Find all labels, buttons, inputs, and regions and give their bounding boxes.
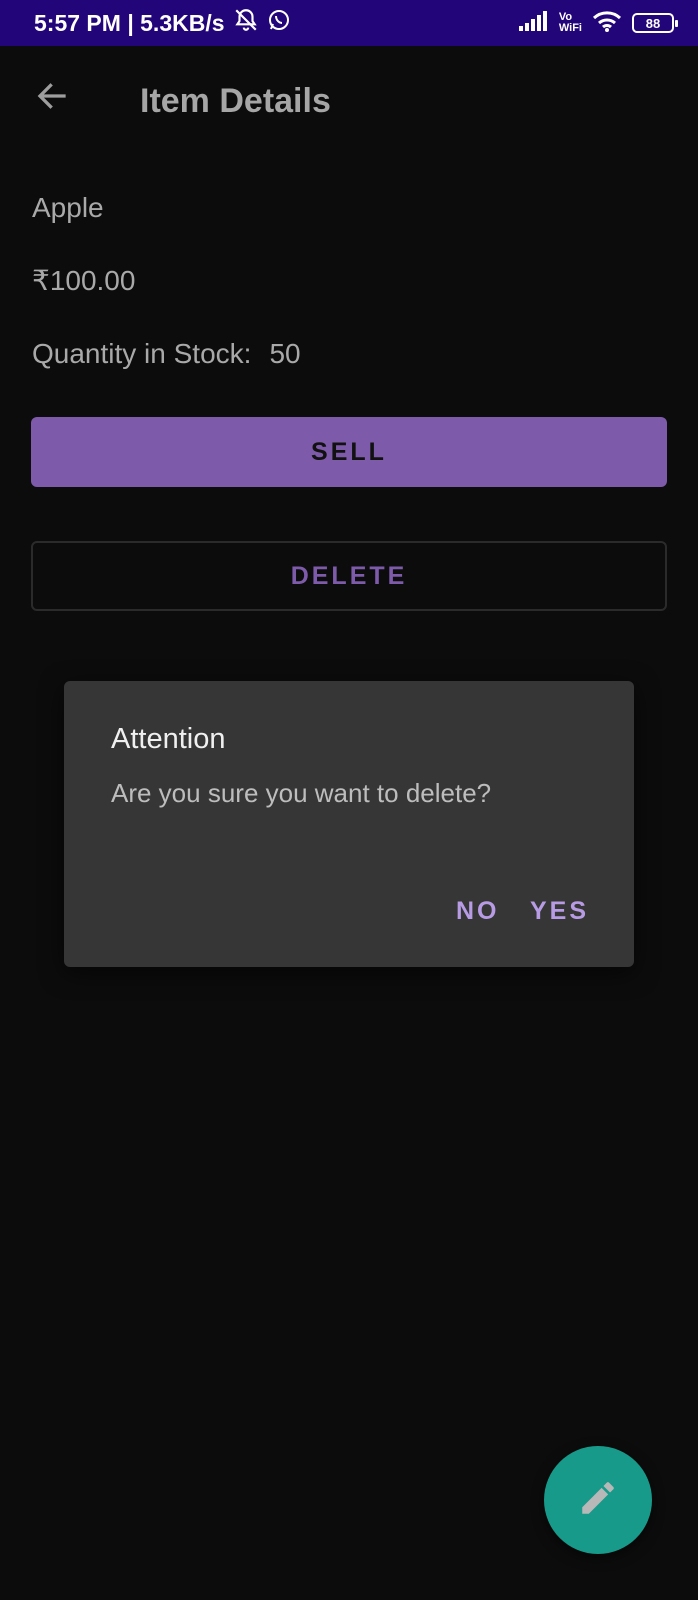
arrow-left-icon <box>34 78 70 119</box>
status-time-speed: 5:57 PM | 5.3KB/s <box>34 9 225 36</box>
vowifi-indicator: Vo WiFi <box>559 12 582 34</box>
battery-icon: 88 <box>632 13 678 33</box>
delete-confirm-dialog: Attention Are you sure you want to delet… <box>64 681 634 967</box>
sell-button[interactable]: SELL <box>31 417 667 487</box>
dialog-message: Are you sure you want to delete? <box>111 778 492 808</box>
signal-icon <box>518 10 549 36</box>
status-bar: 5:57 PM | 5.3KB/s Vo WiFi 88 <box>0 0 698 46</box>
dialog-yes-button[interactable]: YES <box>530 897 589 926</box>
status-left: 5:57 PM | 5.3KB/s <box>34 0 291 46</box>
dialog-no-button[interactable]: NO <box>456 897 500 926</box>
item-price: ₹100.00 <box>32 265 136 296</box>
page-title: Item Details <box>140 82 331 120</box>
wifi-icon <box>592 10 622 37</box>
stock-value: 50 <box>269 338 301 369</box>
battery-level: 88 <box>645 15 661 31</box>
dialog-title: Attention <box>111 723 226 755</box>
stock-label: Quantity in Stock: <box>32 338 252 369</box>
screen: 5:57 PM | 5.3KB/s Vo WiFi 88 Item Detail… <box>0 0 698 1600</box>
stock-row: Quantity in Stock: 50 <box>32 338 301 370</box>
pencil-icon <box>577 1477 619 1524</box>
toolbar: Item Details <box>0 46 698 162</box>
back-button[interactable] <box>30 76 74 120</box>
delete-button[interactable]: DELETE <box>31 541 667 611</box>
bell-off-icon <box>233 7 259 39</box>
wifi-label: WiFi <box>558 22 582 34</box>
edit-fab[interactable] <box>544 1446 652 1554</box>
status-right: Vo WiFi 88 <box>518 0 678 46</box>
item-name: Apple <box>32 192 104 223</box>
whatsapp-icon <box>267 8 291 38</box>
